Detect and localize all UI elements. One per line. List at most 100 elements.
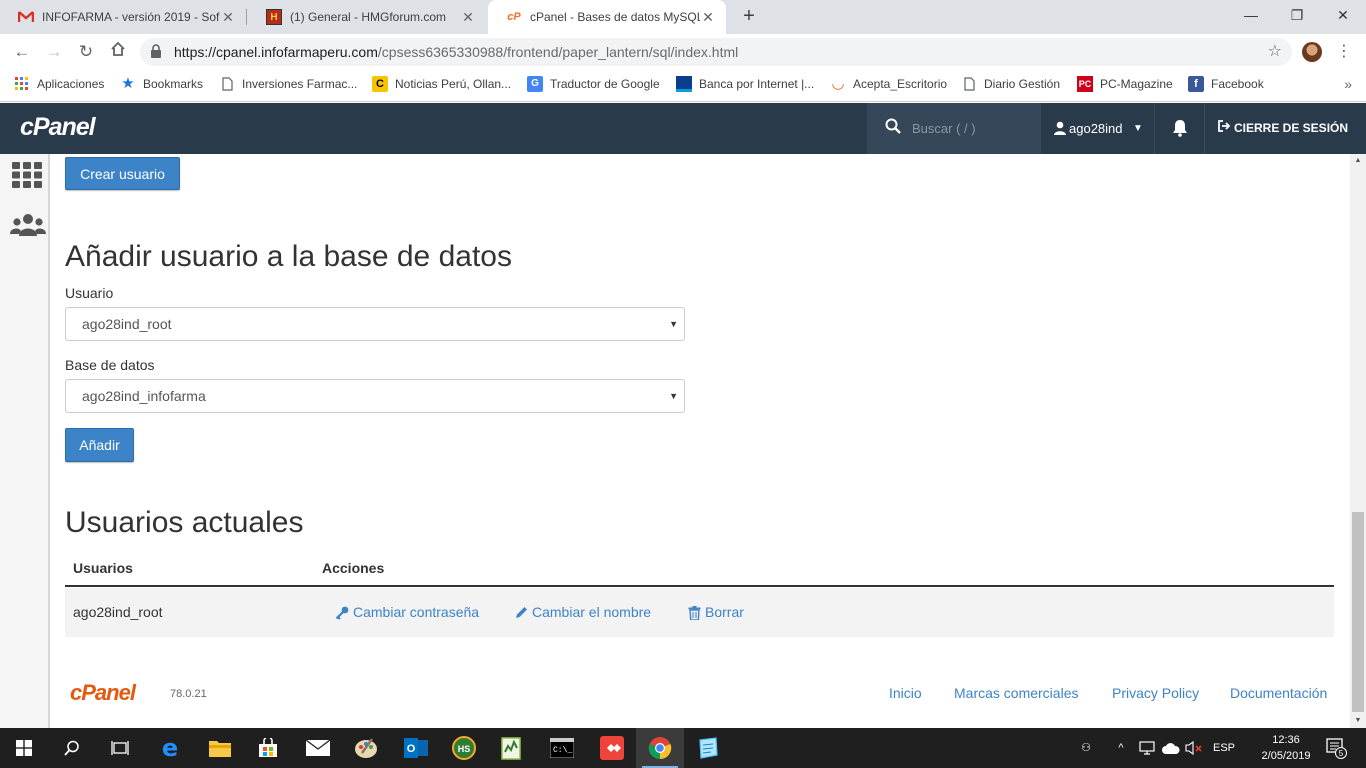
- bookmark-label: Traductor de Google: [550, 77, 660, 91]
- home-icon[interactable]: [106, 40, 130, 64]
- tab-hmgforum[interactable]: H (1) General - HMGforum.com ✕: [248, 0, 486, 34]
- search-icon: [885, 118, 901, 134]
- people-icon[interactable]: ⚇: [1074, 728, 1098, 768]
- close-icon[interactable]: ✕: [460, 9, 476, 26]
- users-group-icon[interactable]: [10, 212, 46, 242]
- bookmark-label: Noticias Perú, Ollan...: [395, 77, 512, 91]
- windows-taskbar: e O HS C:\_ ⚇ ^ ESP 12:36 2/05/2019 5: [0, 728, 1366, 768]
- select-arrow-icon: ▼: [669, 391, 678, 401]
- paint-icon[interactable]: [342, 728, 390, 768]
- user-select-value: ago28ind_root: [82, 316, 172, 332]
- logout-label: CIERRE DE SESIÓN: [1234, 121, 1349, 135]
- reload-icon[interactable]: ↻: [74, 40, 98, 64]
- bookmark-facebook[interactable]: f Facebook: [1188, 70, 1264, 98]
- more-bookmarks-icon[interactable]: »: [1344, 76, 1352, 92]
- anydesk-icon[interactable]: [588, 728, 636, 768]
- page-scrollbar[interactable]: ▲ ▼: [1350, 154, 1366, 728]
- browser-tab-strip: INFOFARMA - versión 2019 - Sof ✕ H (1) G…: [0, 0, 1366, 34]
- database-select[interactable]: ago28ind_infofarma ▼: [65, 379, 685, 413]
- home-grid-icon[interactable]: [12, 162, 42, 192]
- tab-cpanel[interactable]: cP cPanel - Bases de datos MySQL® ✕: [488, 0, 726, 34]
- notifications-center-icon[interactable]: 5: [1322, 728, 1350, 768]
- task-view-icon[interactable]: [96, 728, 144, 768]
- footer-link-privacy[interactable]: Privacy Policy: [1112, 685, 1199, 701]
- create-user-button[interactable]: Crear usuario: [65, 157, 180, 190]
- bookmark-banca[interactable]: Banca por Internet |...: [676, 70, 814, 98]
- search-icon[interactable]: [48, 728, 96, 768]
- tab-title: (1) General - HMGforum.com: [290, 10, 447, 24]
- sidebar: [0, 154, 50, 728]
- url-path: /cpsess6365330988/frontend/paper_lantern…: [377, 44, 739, 60]
- volume-muted-icon[interactable]: [1184, 728, 1204, 768]
- store-icon[interactable]: [244, 728, 292, 768]
- user-select[interactable]: ago28ind_root ▼: [65, 307, 685, 341]
- edge-icon[interactable]: e: [146, 728, 194, 768]
- tray-expand-icon[interactable]: ^: [1112, 728, 1130, 768]
- footer-link-docs[interactable]: Documentación: [1230, 685, 1327, 701]
- pcmag-icon: PC: [1077, 76, 1093, 92]
- more-menu-icon[interactable]: ⋮: [1336, 41, 1352, 61]
- close-window-button[interactable]: ✕: [1320, 0, 1366, 30]
- back-arrow-icon[interactable]: ←: [10, 40, 34, 64]
- bookmark-pcmag[interactable]: PC PC-Magazine: [1077, 70, 1173, 98]
- change-password-link[interactable]: Cambiar contraseña: [335, 588, 479, 637]
- new-tab-button[interactable]: +: [738, 5, 760, 27]
- bookmark-label: Bookmarks: [143, 77, 204, 91]
- bookmark-noticias[interactable]: C Noticias Perú, Ollan...: [372, 70, 511, 98]
- minimize-button[interactable]: —: [1228, 0, 1274, 30]
- bookmark-traductor[interactable]: G Traductor de Google: [527, 70, 660, 98]
- footer-link-trademarks[interactable]: Marcas comerciales: [954, 685, 1078, 701]
- file-explorer-icon[interactable]: [196, 728, 244, 768]
- restore-button[interactable]: ❐: [1274, 0, 1320, 30]
- profile-avatar[interactable]: [1302, 42, 1322, 62]
- notification-count: 5: [1339, 749, 1344, 758]
- address-bar[interactable]: https://cpanel.infofarmaperu.com/cpsess6…: [140, 38, 1292, 66]
- delete-link[interactable]: Borrar: [688, 588, 744, 637]
- onedrive-icon[interactable]: [1161, 728, 1181, 768]
- bookmark-bookmarks[interactable]: ★ Bookmarks: [120, 70, 203, 98]
- bookmark-inversiones[interactable]: Inversiones Farmac...: [219, 70, 357, 98]
- close-icon[interactable]: ✕: [700, 9, 716, 26]
- scroll-up-icon[interactable]: ▲: [1350, 154, 1366, 168]
- tab-infofarma[interactable]: INFOFARMA - versión 2019 - Sof ✕: [0, 0, 246, 34]
- notes-icon[interactable]: [684, 728, 732, 768]
- terminal-icon[interactable]: C:\_: [538, 728, 586, 768]
- add-button[interactable]: Añadir: [65, 428, 134, 462]
- windows-start-icon[interactable]: [0, 728, 48, 768]
- bookmark-label: Acepta_Escritorio: [853, 77, 948, 91]
- add-user-title: Añadir usuario a la base de datos: [65, 240, 512, 273]
- language-indicator[interactable]: ESP: [1208, 728, 1240, 768]
- search-input[interactable]: Buscar ( / ): [867, 103, 1041, 154]
- notepad-plus-icon[interactable]: [488, 728, 536, 768]
- rename-label: Cambiar el nombre: [532, 604, 652, 620]
- outlook-icon[interactable]: O: [392, 728, 440, 768]
- logout-button[interactable]: CIERRE DE SESIÓN: [1206, 103, 1366, 154]
- forward-arrow-icon[interactable]: →: [42, 40, 66, 64]
- footer-link-inicio[interactable]: Inicio: [889, 685, 922, 701]
- network-icon[interactable]: [1138, 728, 1156, 768]
- logout-icon: [1218, 103, 1231, 154]
- bank-icon: [676, 76, 692, 92]
- svg-text:HS: HS: [458, 744, 471, 754]
- hmgforum-icon: H: [266, 9, 282, 25]
- close-icon[interactable]: ✕: [220, 9, 236, 26]
- bookmark-star-icon[interactable]: ☆: [1268, 38, 1282, 66]
- scroll-down-icon[interactable]: ▼: [1350, 714, 1366, 728]
- user-menu[interactable]: ago28ind ▼: [1041, 103, 1155, 154]
- rename-link[interactable]: Cambiar el nombre: [514, 588, 651, 637]
- notifications-button[interactable]: [1156, 103, 1205, 154]
- chrome-icon[interactable]: [636, 728, 684, 768]
- mail-icon[interactable]: [294, 728, 342, 768]
- bell-icon: [1173, 120, 1187, 137]
- scrollbar-thumb[interactable]: [1352, 512, 1364, 712]
- harbour-icon[interactable]: HS: [440, 728, 488, 768]
- footer-version: 78.0.21: [170, 688, 207, 700]
- clock[interactable]: 12:36 2/05/2019: [1256, 732, 1316, 764]
- cpanel-logo[interactable]: cPanel: [20, 113, 96, 142]
- bookmark-aplicaciones[interactable]: Aplicaciones: [14, 70, 104, 98]
- lock-icon: [151, 44, 161, 58]
- bookmark-label: Banca por Internet |...: [699, 77, 815, 91]
- col-users: Usuarios: [73, 560, 133, 576]
- bookmark-acepta[interactable]: ◡ Acepta_Escritorio: [830, 70, 947, 98]
- bookmark-gestion[interactable]: Diario Gestión: [961, 70, 1060, 98]
